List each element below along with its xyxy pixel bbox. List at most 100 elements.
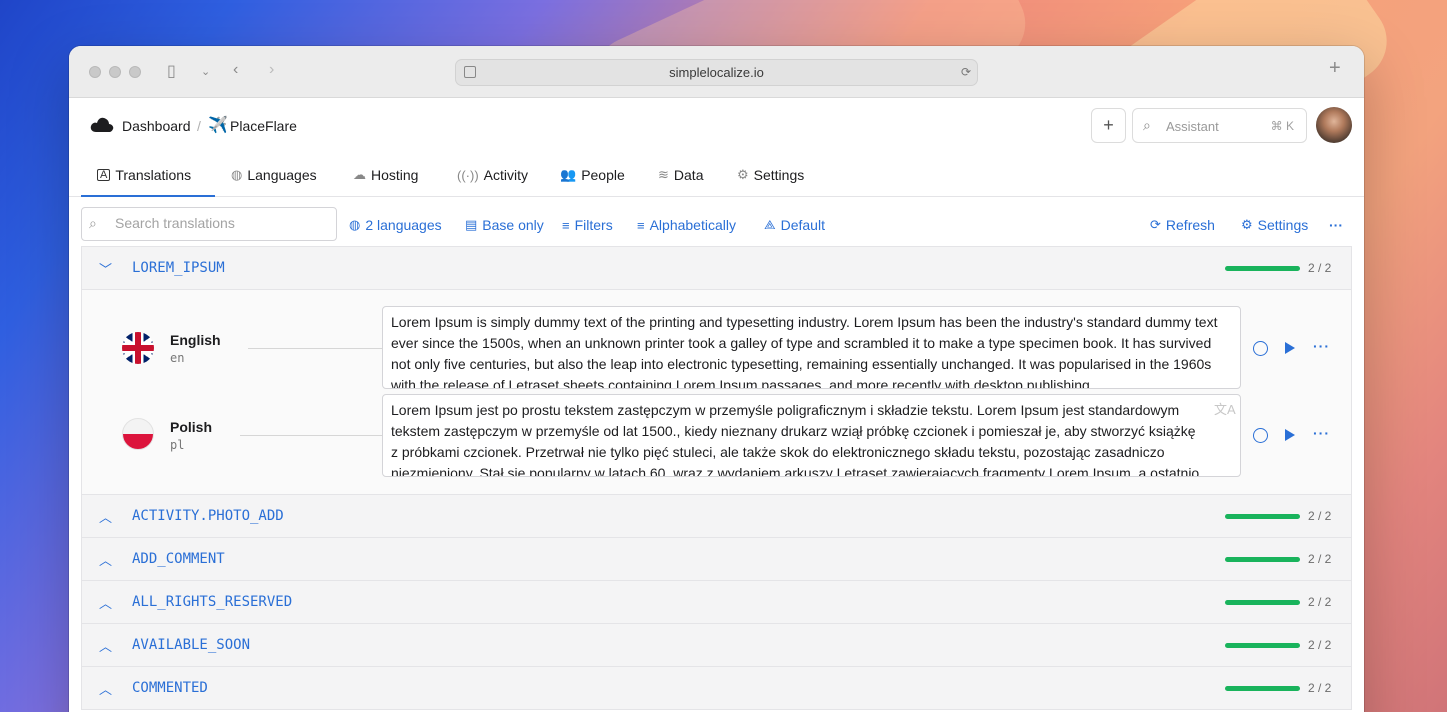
url-text: simplelocalize.io: [669, 65, 764, 80]
new-tab-icon[interactable]: +: [1329, 57, 1341, 80]
building-icon: ▤: [465, 217, 478, 232]
language-name: English: [170, 332, 221, 348]
languages-filter-button[interactable]: ◍ 2 languages: [349, 217, 442, 233]
zoom-window-button[interactable]: [129, 66, 141, 78]
key-translations-panel: English en Lorem Ipsum is simply dummy t…: [82, 290, 1351, 495]
keyboard-shortcut: ⌘ K: [1270, 119, 1294, 133]
avatar[interactable]: [1316, 107, 1352, 143]
refresh-button[interactable]: ⟳ Refresh: [1150, 217, 1215, 233]
address-bar[interactable]: simplelocalize.io ⟳: [455, 59, 978, 86]
tab-label: Activity: [483, 167, 528, 183]
gear-icon: ⚙: [1241, 217, 1253, 232]
breadcrumb-dashboard[interactable]: Dashboard: [122, 118, 191, 134]
search-box[interactable]: ⌕: [81, 207, 337, 241]
more-options-button[interactable]: ···: [1329, 217, 1343, 233]
forward-icon[interactable]: ›: [269, 61, 274, 79]
tab-data[interactable]: ≋ Data: [658, 167, 703, 183]
translation-key[interactable]: LOREM_IPSUM: [132, 260, 225, 276]
gear-icon: ⚙: [737, 167, 749, 182]
key-row[interactable]: ︿ COMMENTED 2 / 2: [82, 667, 1351, 710]
breadcrumb-separator: /: [197, 118, 201, 134]
key-row[interactable]: ︿ ADD_COMMENT 2 / 2: [82, 538, 1351, 581]
translation-textarea[interactable]: Lorem Ipsum is simply dummy text of the …: [382, 306, 1241, 389]
tab-label: Translations: [115, 167, 192, 183]
tab-translations[interactable]: A Translations: [97, 167, 191, 183]
database-icon: ≋: [658, 167, 669, 182]
airplane-icon: ✈️: [208, 117, 228, 134]
tab-label: People: [581, 167, 625, 183]
reload-icon[interactable]: ⟳: [961, 60, 971, 85]
progress-count: 2 / 2: [1308, 261, 1332, 275]
translation-key[interactable]: ADD_COMMENT: [132, 551, 225, 567]
review-status-icon[interactable]: [1253, 428, 1268, 443]
progress-count: 2 / 2: [1308, 509, 1332, 523]
chevron-up-icon[interactable]: ︿: [99, 507, 112, 526]
add-button[interactable]: +: [1091, 108, 1126, 143]
view-button[interactable]: ⟁ Default: [764, 217, 825, 233]
people-icon: 👥: [560, 167, 577, 182]
filters-label: Filters: [574, 217, 613, 233]
play-icon[interactable]: [1285, 429, 1295, 441]
review-status-icon[interactable]: [1253, 341, 1268, 356]
translation-key[interactable]: AVAILABLE_SOON: [132, 637, 250, 653]
chevron-up-icon[interactable]: ︿: [99, 636, 112, 655]
settings-label: Settings: [1257, 217, 1309, 233]
translation-key[interactable]: ALL_RIGHTS_RESERVED: [132, 594, 292, 610]
tab-languages[interactable]: ◍ Languages: [231, 167, 317, 183]
search-icon: ⌕: [1143, 117, 1151, 133]
back-icon[interactable]: ‹: [233, 61, 238, 79]
tab-settings[interactable]: ⚙ Settings: [737, 167, 804, 183]
tab-label: Data: [673, 167, 704, 183]
activity-icon: ((·)): [457, 167, 479, 183]
filter-icon: ≡: [562, 217, 570, 233]
chevron-up-icon[interactable]: ︿: [99, 679, 112, 698]
more-icon[interactable]: ···: [1313, 425, 1330, 441]
progress-count: 2 / 2: [1308, 552, 1332, 566]
more-icon[interactable]: ···: [1313, 338, 1330, 354]
chevron-up-icon[interactable]: ︿: [99, 593, 112, 612]
base-only-button[interactable]: ▤ Base only: [465, 217, 544, 233]
translations-icon: A: [97, 169, 111, 181]
tab-bar: A Translations ◍ Languages ☁ Hosting ((·…: [69, 153, 1364, 197]
play-icon[interactable]: [1285, 342, 1295, 354]
settings-button[interactable]: ⚙ Settings: [1241, 217, 1308, 233]
sidebar-toggle-icon[interactable]: ▯: [167, 61, 176, 81]
progress-bar: [1225, 266, 1300, 271]
key-row[interactable]: ︿ AVAILABLE_SOON 2 / 2: [82, 624, 1351, 667]
sort-button[interactable]: ≡ Alphabetically: [637, 217, 736, 233]
cloud-logo-icon[interactable]: [90, 115, 114, 133]
uk-flag-icon: [122, 332, 154, 364]
translation-key[interactable]: COMMENTED: [132, 680, 208, 696]
shapes-icon: ⟁: [764, 217, 776, 232]
progress-count: 2 / 2: [1308, 638, 1332, 652]
chevron-down-icon[interactable]: ﹀: [99, 259, 112, 278]
tab-people[interactable]: 👥 People: [560, 167, 625, 183]
progress-bar: [1225, 600, 1300, 605]
minimize-window-button[interactable]: [109, 66, 121, 78]
globe-icon: ◍: [231, 167, 243, 182]
search-input[interactable]: [115, 215, 325, 231]
page-settings-icon[interactable]: [464, 66, 476, 78]
auto-translate-icon[interactable]: 文A: [1214, 399, 1236, 417]
key-row[interactable]: ︿ ALL_RIGHTS_RESERVED 2 / 2: [82, 581, 1351, 624]
translation-row-en: English en Lorem Ipsum is simply dummy t…: [82, 306, 1351, 393]
close-window-button[interactable]: [89, 66, 101, 78]
tab-hosting[interactable]: ☁ Hosting: [353, 167, 418, 183]
translation-textarea[interactable]: Lorem Ipsum jest po prostu tekstem zastę…: [382, 394, 1241, 477]
app-header: Dashboard / ✈️ PlaceFlare + ⌕ Assistant …: [69, 98, 1364, 153]
assistant-search[interactable]: ⌕ Assistant ⌘ K: [1132, 108, 1307, 143]
chevron-down-icon[interactable]: ⌄: [201, 65, 210, 78]
cloud-icon: ☁: [353, 167, 366, 182]
translation-key[interactable]: ACTIVITY.PHOTO_ADD: [132, 508, 284, 524]
key-row[interactable]: ︿ ACTIVITY.PHOTO_ADD 2 / 2: [82, 495, 1351, 538]
translation-key-list: ﹀ LOREM_IPSUM 2 / 2 English en Lorem Ips…: [81, 246, 1352, 710]
breadcrumb-project[interactable]: PlaceFlare: [230, 118, 297, 134]
languages-filter-label: 2 languages: [365, 217, 442, 233]
sort-label: Alphabetically: [649, 217, 736, 233]
chevron-up-icon[interactable]: ︿: [99, 550, 112, 569]
tab-activity[interactable]: ((·)) Activity: [457, 167, 528, 183]
key-row[interactable]: ﹀ LOREM_IPSUM 2 / 2: [82, 247, 1351, 290]
filters-button[interactable]: ≡ Filters: [562, 217, 613, 233]
translation-row-pl: Polish pl Lorem Ipsum jest po prostu tek…: [82, 394, 1351, 481]
sort-icon: ≡: [637, 217, 645, 233]
